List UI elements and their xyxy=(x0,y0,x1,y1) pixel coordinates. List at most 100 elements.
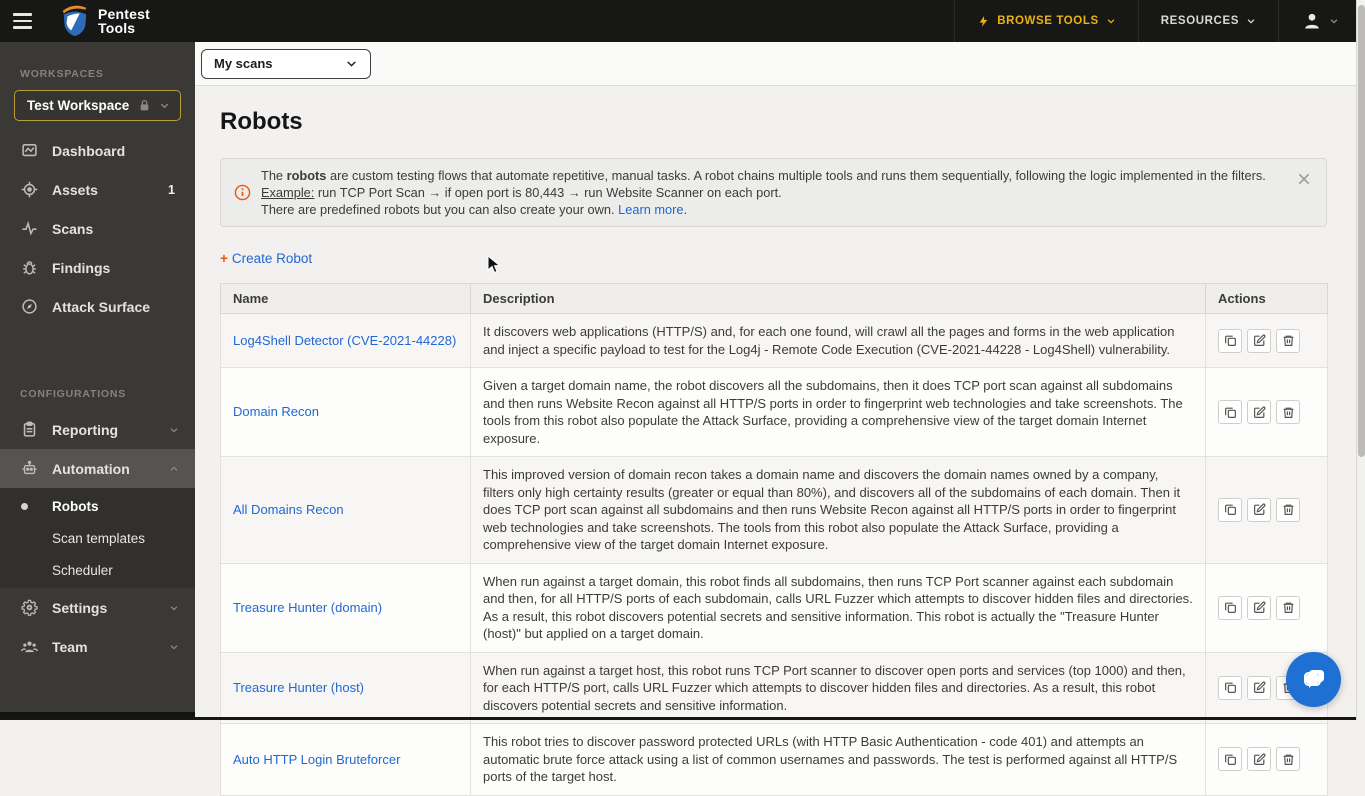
user-account-menu[interactable] xyxy=(1278,0,1365,42)
chat-bubbles-icon xyxy=(1303,669,1324,688)
sidebar-item-findings[interactable]: Findings xyxy=(0,248,195,287)
chevron-down-icon xyxy=(170,427,178,433)
scope-selected-value: My scans xyxy=(214,56,273,71)
duplicate-robot-button[interactable] xyxy=(1218,595,1242,620)
copy-icon xyxy=(1224,504,1236,516)
target-icon xyxy=(21,181,38,198)
edit-robot-button[interactable] xyxy=(1247,675,1271,700)
create-robot-label: Create Robot xyxy=(231,251,313,266)
duplicate-robot-button[interactable] xyxy=(1218,747,1242,772)
sidebar-item-team[interactable]: Team xyxy=(0,627,195,666)
logo-shield-icon xyxy=(62,5,87,36)
robot-description: This robot tries to discover password pr… xyxy=(483,734,1178,784)
column-header-name: Name xyxy=(220,283,471,314)
chevron-down-icon xyxy=(170,644,178,650)
sidebar-item-label: Settings xyxy=(52,599,108,616)
plus-icon: + xyxy=(220,251,228,266)
copy-icon xyxy=(1224,602,1236,613)
edit-robot-button[interactable] xyxy=(1247,497,1271,522)
robot-name-link[interactable]: Auto HTTP Login Bruteforcer xyxy=(233,752,400,767)
pulse-icon xyxy=(22,221,37,236)
robot-name-link[interactable]: Treasure Hunter (domain) xyxy=(233,600,382,615)
chevron-down-icon xyxy=(1107,19,1115,24)
edit-robot-button[interactable] xyxy=(1247,747,1271,772)
delete-robot-button[interactable] xyxy=(1276,328,1300,353)
table-row: Auto HTTP Login Bruteforcer This robot t… xyxy=(220,723,1328,796)
sidebar-item-reporting[interactable]: Reporting xyxy=(0,410,195,449)
trash-icon xyxy=(1283,754,1293,765)
learn-more-link[interactable]: Learn more xyxy=(618,202,683,217)
create-robot-button[interactable]: + Create Robot xyxy=(220,251,312,266)
workspaces-section-label: WORKSPACES xyxy=(20,68,104,80)
chevron-down-icon xyxy=(347,61,356,67)
delete-robot-button[interactable] xyxy=(1276,400,1300,424)
subitem-label: Robots xyxy=(52,498,99,514)
edit-robot-button[interactable] xyxy=(1247,595,1271,620)
robot-name-link[interactable]: Treasure Hunter (host) xyxy=(233,680,364,695)
column-header-actions: Actions xyxy=(1205,283,1328,314)
assets-count-badge: 1 xyxy=(168,182,175,197)
table-header-row: Name Description Actions xyxy=(220,283,1328,314)
lock-icon xyxy=(140,99,149,111)
menu-hamburger-icon[interactable] xyxy=(0,0,44,42)
robot-description: This improved version of domain recon ta… xyxy=(483,467,1181,552)
robot-name-link[interactable]: All Domains Recon xyxy=(233,502,344,517)
table-row: Domain Recon Given a target domain name,… xyxy=(220,367,1328,457)
scans-scope-select[interactable]: My scans xyxy=(201,48,371,79)
duplicate-robot-button[interactable] xyxy=(1218,675,1242,700)
top-navbar: Pentest Tools BROWSE TOOLS RESOURCES xyxy=(0,0,1365,42)
sidebar-item-automation[interactable]: Automation xyxy=(0,449,195,488)
robot-icon xyxy=(22,460,37,475)
edit-robot-button[interactable] xyxy=(1247,328,1271,353)
robot-description: When run against a target domain, this r… xyxy=(483,573,1193,642)
dashboard-icon xyxy=(22,144,37,157)
sidebar-item-settings[interactable]: Settings xyxy=(0,588,195,627)
edit-pencil-icon xyxy=(1253,503,1266,516)
sidebar-item-attack-surface[interactable]: Attack Surface xyxy=(0,287,195,326)
subitem-label: Scheduler xyxy=(52,562,113,578)
robot-name-link[interactable]: Log4Shell Detector (CVE-2021-44228) xyxy=(233,333,456,348)
sidebar-item-label: Reporting xyxy=(52,421,119,438)
sidebar-item-label: Attack Surface xyxy=(52,298,151,315)
delete-robot-button[interactable] xyxy=(1276,747,1300,772)
chevron-down-icon xyxy=(1247,19,1255,24)
column-header-description: Description xyxy=(470,283,1206,314)
sidebar-item-scans[interactable]: Scans xyxy=(0,209,195,248)
page-scrollbar[interactable] xyxy=(1356,0,1365,720)
browse-tools-menu[interactable]: BROWSE TOOLS xyxy=(954,0,1138,42)
delete-robot-button[interactable] xyxy=(1276,595,1300,620)
resources-menu[interactable]: RESOURCES xyxy=(1137,0,1278,42)
sidebar-subitem-scheduler[interactable]: Scheduler xyxy=(0,554,195,586)
scrollbar-thumb[interactable] xyxy=(1358,5,1365,457)
robot-name-link[interactable]: Domain Recon xyxy=(233,404,319,419)
trash-icon xyxy=(1283,407,1293,418)
resources-label: RESOURCES xyxy=(1160,15,1239,27)
edit-pencil-icon xyxy=(1253,601,1266,613)
table-row: Log4Shell Detector (CVE-2021-44228) It d… xyxy=(220,313,1328,368)
duplicate-robot-button[interactable] xyxy=(1218,328,1242,353)
robot-description: Given a target domain name, the robot di… xyxy=(483,378,1183,446)
edit-robot-button[interactable] xyxy=(1247,400,1271,424)
duplicate-robot-button[interactable] xyxy=(1218,497,1242,522)
sidebar-subitem-scan-templates[interactable]: Scan templates xyxy=(0,522,195,554)
sidebar-subitem-robots[interactable]: Robots xyxy=(0,490,195,522)
chevron-down-icon xyxy=(160,103,169,109)
duplicate-robot-button[interactable] xyxy=(1218,400,1242,424)
lightning-bolt-icon xyxy=(979,15,988,27)
banner-line-1: The robots are custom testing flows that… xyxy=(261,168,1266,183)
edit-pencil-icon xyxy=(1253,334,1266,346)
sidebar-item-dashboard[interactable]: Dashboard xyxy=(0,131,195,170)
sidebar-item-label: Findings xyxy=(52,259,111,276)
sidebar-item-assets[interactable]: Assets 1 xyxy=(0,170,195,209)
chat-widget-button[interactable] xyxy=(1286,652,1341,707)
banner-line-2: Example: run TCP Port Scan → if open por… xyxy=(261,185,782,200)
close-icon[interactable] xyxy=(1296,171,1312,187)
table-row: Treasure Hunter (domain) When run agains… xyxy=(220,562,1328,653)
scope-strip: My scans xyxy=(195,42,1365,86)
pentest-tools-logo[interactable]: Pentest Tools xyxy=(60,5,150,37)
configurations-section-label: CONFIGURATIONS xyxy=(20,388,127,400)
delete-robot-button[interactable] xyxy=(1276,497,1300,522)
team-icon xyxy=(21,641,38,653)
copy-icon xyxy=(1224,407,1236,418)
workspace-selector[interactable]: Test Workspace xyxy=(14,90,181,121)
